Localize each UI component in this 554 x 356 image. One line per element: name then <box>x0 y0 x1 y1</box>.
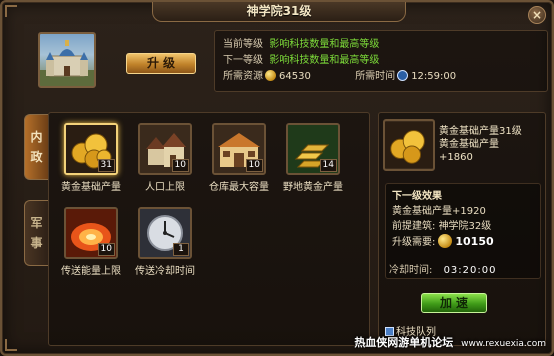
gold-coins-icon: 31 <box>64 123 118 175</box>
forum-watermark: 热血侠网游单机论坛 www.rexuexia.com <box>354 334 546 350</box>
frame-corner <box>5 339 17 351</box>
cooldown-row: 冷却时间: 03:20:00 <box>389 261 496 276</box>
watermark-url: www.rexuexia.com <box>461 339 546 349</box>
tab-domestic[interactable]: 内 政 <box>24 114 48 180</box>
tech-tile-gold-base[interactable]: 31 黄金基础产量 <box>59 123 123 197</box>
cost-value: 10150 <box>455 235 494 248</box>
current-level-label: 当前等级 <box>223 39 263 50</box>
detail-bonus: +1860 <box>439 152 473 163</box>
warehouse-icon: 10 <box>212 123 266 175</box>
tech-level-badge: 10 <box>97 243 115 256</box>
tech-tile-portal-energy[interactable]: 10 传送能量上限 <box>59 207 123 281</box>
current-level-row: 当前等级 影响科技数量和最高等级 <box>223 37 539 53</box>
tech-name: 黄金基础产量 <box>61 182 121 193</box>
tech-tile-portal-cooldown[interactable]: 1 传送冷却时间 <box>133 207 197 281</box>
tab-military[interactable]: 军 事 <box>24 200 48 266</box>
required-resources-label: 所需资源 <box>223 71 263 82</box>
next-level-row: 下一等级 影响科技数量和最高等级 <box>223 53 539 69</box>
tech-tile-population[interactable]: 10 人口上限 <box>133 123 197 197</box>
tech-name: 传送能量上限 <box>61 266 121 277</box>
detail-header: 黄金基础产量31级 黄金基础产量 +1860 <box>439 125 545 164</box>
tech-level-badge: 10 <box>245 159 263 172</box>
houses-icon: 10 <box>138 123 192 175</box>
tech-name: 传送冷却时间 <box>135 266 195 277</box>
next-level-value: 影响科技数量和最高等级 <box>269 55 380 66</box>
cooldown-label: 冷却时间: <box>389 265 433 276</box>
tech-level-badge: 1 <box>173 243 189 256</box>
required-time-value: 12:59:00 <box>411 71 457 82</box>
required-resources-value: 64530 <box>279 71 311 82</box>
tech-name: 野地黄金产量 <box>283 182 343 193</box>
tech-name: 人口上限 <box>145 182 185 193</box>
tech-level-badge: 10 <box>171 159 189 172</box>
next-effect-value: 黄金基础产量+1920 <box>392 206 486 217</box>
prereq-value: 神学院32级 <box>438 221 492 232</box>
next-effect-label: 下一级效果 <box>392 191 442 202</box>
prereq-row: 前提建筑: 神学院32级 <box>392 219 534 234</box>
detail-title: 黄金基础产量31级 <box>439 126 522 137</box>
tech-level-badge: 14 <box>319 159 337 172</box>
gold-bars-icon: 14 <box>286 123 340 175</box>
frame-corner <box>5 5 17 17</box>
cooldown-value: 03:20:00 <box>443 265 497 276</box>
tech-grid: 31 黄金基础产量 10 人口上限 10 仓库最大容量 14 野地黄金产量 10… <box>48 112 370 346</box>
academy-building-icon <box>38 32 96 88</box>
speed-up-button[interactable]: 加速 <box>421 293 487 313</box>
clock-icon <box>397 70 409 81</box>
cost-row: 升级需要: 10150 <box>392 234 534 250</box>
building-header: 升级 当前等级 影响科技数量和最高等级 下一等级 影响科技数量和最高等级 所需资… <box>38 28 548 94</box>
next-level-label: 下一等级 <box>223 55 263 66</box>
cost-label: 升级需要: <box>392 237 436 248</box>
tech-tile-wild-gold[interactable]: 14 野地黄金产量 <box>281 123 345 197</box>
clock-icon: 1 <box>138 207 192 259</box>
watermark-text: 热血侠网游单机论坛 <box>354 336 454 349</box>
prereq-label: 前提建筑: <box>392 221 436 232</box>
academy-window: 神学院31级 × 升级 当前等级 影响科技数量和最高等级 下一等级 影响科技数量… <box>0 0 554 356</box>
required-time-label: 所需时间 <box>355 71 396 82</box>
portal-energy-icon: 10 <box>64 207 118 259</box>
window-title: 神学院31级 <box>152 2 406 22</box>
gold-coin-icon <box>438 234 453 248</box>
tech-level-badge: 31 <box>97 159 115 172</box>
level-info-box: 当前等级 影响科技数量和最高等级 下一等级 影响科技数量和最高等级 所需资源 64… <box>214 30 548 92</box>
gold-coins-icon <box>383 119 435 171</box>
current-level-value: 影响科技数量和最高等级 <box>269 39 380 50</box>
detail-description: 黄金基础产量 <box>439 139 499 150</box>
upgrade-button[interactable]: 升级 <box>126 53 196 74</box>
requirements-row: 所需资源 64530 所需时间 12:59:00 <box>223 69 539 85</box>
gold-coin-icon <box>265 70 276 81</box>
tech-detail-panel: 黄金基础产量31级 黄金基础产量 +1860 下一级效果 黄金基础产量+1920… <box>378 112 546 346</box>
tech-tile-warehouse[interactable]: 10 仓库最大容量 <box>207 123 271 197</box>
close-button[interactable]: × <box>528 6 546 24</box>
tech-name: 仓库最大容量 <box>209 182 269 193</box>
